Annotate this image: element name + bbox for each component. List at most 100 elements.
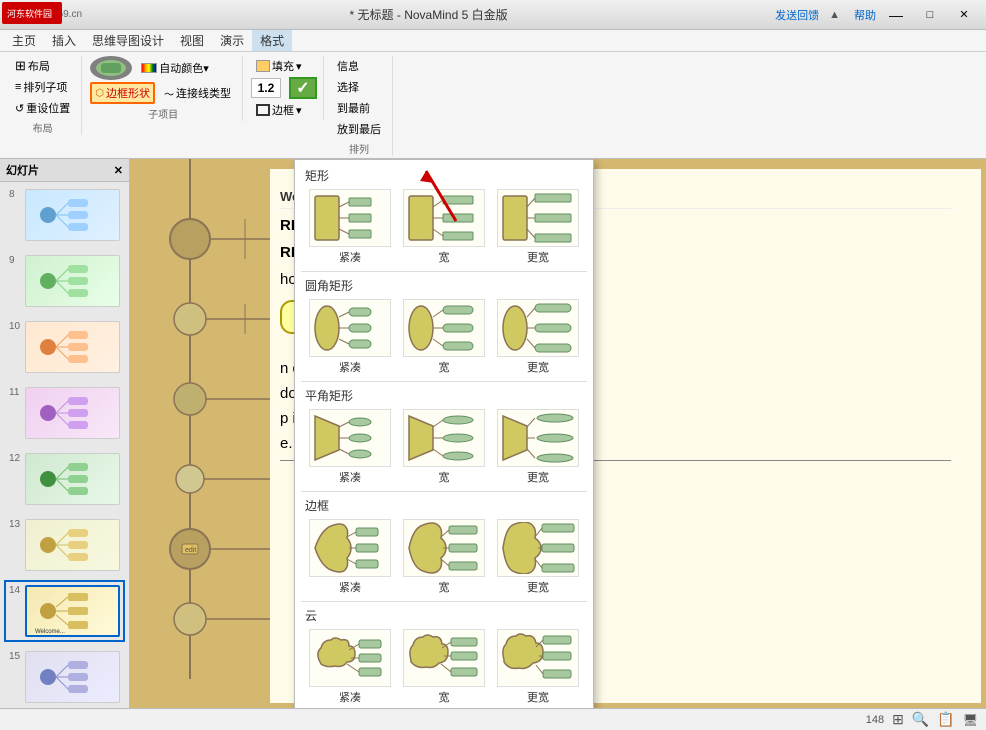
menu-home[interactable]: 主页 <box>4 30 44 51</box>
reset-position-btn[interactable]: ↺ 重设位置 <box>10 98 75 118</box>
slide-thumb-9 <box>25 255 120 307</box>
window-title: * 无标题 - NovaMind 5 白金版 <box>350 6 508 23</box>
slide-item-10[interactable]: 10 <box>4 316 125 378</box>
menu-format[interactable]: 格式 <box>252 30 292 51</box>
shape-cell-border-compact[interactable]: 紧凑 <box>305 519 395 595</box>
menu-present[interactable]: 演示 <box>212 30 252 51</box>
section-label-rect: 矩形 <box>295 164 593 187</box>
slide-item-14[interactable]: 14 Welcome... <box>4 580 125 642</box>
slide-item-8[interactable]: 8 <box>4 184 125 246</box>
menu-mindmap-design[interactable]: 思维导图设计 <box>84 30 172 51</box>
checkmark-btn[interactable]: ✓ <box>289 77 317 99</box>
shape-cell-round-wider[interactable]: 更宽 <box>493 299 583 375</box>
close-panel-btn[interactable]: ✕ <box>114 164 123 177</box>
shape-cell-cloud-wider[interactable]: 更宽 <box>493 629 583 705</box>
connection-type-btn[interactable]: 〜 连接线类型 <box>159 83 236 103</box>
view-icon[interactable]: 📋 <box>937 711 954 728</box>
send-back-btn[interactable]: 放到最后 <box>332 119 386 139</box>
shape-img-cloud-wider <box>497 629 579 687</box>
border-btn[interactable]: 边框▾ <box>251 100 317 120</box>
minimize-button[interactable]: — <box>882 6 910 24</box>
shape-cell-round-compact[interactable]: 紧凑 <box>305 299 395 375</box>
shape-label-rect-compact: 紧凑 <box>339 249 361 265</box>
svg-text:edit: edit <box>185 547 196 554</box>
shape-label-round-compact: 紧凑 <box>339 359 361 375</box>
shape-dropdown: 矩形 紧凑 宽 <box>294 159 594 708</box>
shape-row-rect: 紧凑 宽 更宽 <box>295 187 593 269</box>
title-bar-controls: 发送回馈 ▲ 帮助 — □ ✕ <box>775 6 978 24</box>
arrange-buttons: 信息 选择 到最前 放到最后 <box>332 56 386 139</box>
ribbon-group-fill: 填充▾ 1.2 ✓ 边框▾ <box>245 56 324 120</box>
shape-img-flat-wider <box>497 409 579 467</box>
slide-num-11: 11 <box>9 387 25 439</box>
shape-img-round-wider <box>497 299 579 357</box>
menu-view[interactable]: 视图 <box>172 30 212 51</box>
shape-cell-border-wider[interactable]: 更宽 <box>493 519 583 595</box>
shape-img-rect-wider <box>497 189 579 247</box>
shape-cell-round-wide[interactable]: 宽 <box>399 299 489 375</box>
maximize-button[interactable]: □ <box>916 6 944 24</box>
menu-insert[interactable]: 插入 <box>44 30 84 51</box>
shape-cell-flat-wide[interactable]: 宽 <box>399 409 489 485</box>
shape-img-border-wider <box>497 519 579 577</box>
shape-img-rect-wide <box>403 189 485 247</box>
shape-cell-flat-compact[interactable]: 紧凑 <box>305 409 395 485</box>
shape-row-border: 紧凑 <box>295 517 593 599</box>
shape-label-flat-wide: 宽 <box>439 469 450 485</box>
slide-item-15[interactable]: 15 <box>4 646 125 708</box>
sort-children-btn[interactable]: ≡ 排列子项 <box>10 77 75 97</box>
slide-item-11[interactable]: 11 <box>4 382 125 444</box>
slide-item-9[interactable]: 9 <box>4 250 125 312</box>
shape-row-cloud: 紧凑 <box>295 627 593 708</box>
shape-cell-flat-wider[interactable]: 更宽 <box>493 409 583 485</box>
border-shape-btn[interactable]: ⬡ 边框形状 <box>90 82 155 104</box>
shape-label-cloud-compact: 紧凑 <box>339 689 361 705</box>
ribbon-content: ⊞ 布局 ≡ 排列子项 ↺ 重设位置 布局 <box>4 54 982 158</box>
status-right: 148 ⊞ 🔍 📋 🖥 <box>866 711 978 728</box>
help-link[interactable]: 帮助 <box>854 7 876 23</box>
grid-icon[interactable]: ⊞ <box>892 711 904 728</box>
section-label-cloud: 云 <box>295 604 593 627</box>
bring-front-btn[interactable]: 到最前 <box>332 98 386 118</box>
close-button[interactable]: ✕ <box>950 6 978 24</box>
section-label-border: 边框 <box>295 494 593 517</box>
shape-cell-rect-wider[interactable]: 更宽 <box>493 189 583 265</box>
layout-btn[interactable]: ⊞ 布局 <box>10 56 75 76</box>
select-btn[interactable]: 选择 <box>332 77 386 97</box>
slide-num-12: 12 <box>9 453 25 505</box>
slide-thumb-8 <box>25 189 120 241</box>
shape-row-round: 紧凑 宽 更宽 <box>295 297 593 379</box>
divider-4 <box>301 601 587 602</box>
slide-num-13: 13 <box>9 519 25 571</box>
signal-btn[interactable]: 信息 <box>332 56 386 76</box>
slide-thumb-13 <box>25 519 120 571</box>
numeric-input-row: 1.2 ✓ <box>251 77 317 99</box>
mindmap-left-side: edit <box>130 159 275 708</box>
fill-btn[interactable]: 填充▾ <box>251 56 317 76</box>
shape-label-rect-wide: 宽 <box>439 249 450 265</box>
shape-cell-cloud-wide[interactable]: 宽 <box>399 629 489 705</box>
shape-cell-cloud-compact[interactable]: 紧凑 <box>305 629 395 705</box>
slide-item-13[interactable]: 13 <box>4 514 125 576</box>
menu-bar: 主页 插入 思维导图设计 视图 演示 格式 <box>0 30 986 52</box>
shape-label-round-wide: 宽 <box>439 359 450 375</box>
feedback-link[interactable]: 发送回馈 <box>775 7 819 23</box>
slide-num-9: 9 <box>9 255 25 307</box>
slide-panel: 幻灯片 ✕ 8 9 10 <box>0 159 130 708</box>
shape-cell-rect-wide[interactable]: 宽 <box>399 189 489 265</box>
auto-color-btn[interactable]: 自动颜色▾ <box>136 58 214 78</box>
shape-cell-rect-compact[interactable]: 紧凑 <box>305 189 395 265</box>
slide-panel-header: 幻灯片 ✕ <box>0 159 129 182</box>
shape-img-flat-compact <box>309 409 391 467</box>
shape-img-round-wide <box>403 299 485 357</box>
shape-label-flat-wider: 更宽 <box>527 469 549 485</box>
section-label-flat: 平角矩形 <box>295 384 593 407</box>
shape-cell-border-wide[interactable]: 宽 <box>399 519 489 595</box>
slide-thumb-14: Welcome... <box>25 585 120 637</box>
divider-2 <box>301 381 587 382</box>
slide-thumb-15 <box>25 651 120 703</box>
auto-color-container: 自动颜色▾ <box>136 58 214 78</box>
zoom-icon[interactable]: 🔍 <box>912 711 929 728</box>
slide-num-10: 10 <box>9 321 25 373</box>
slide-item-12[interactable]: 12 <box>4 448 125 510</box>
